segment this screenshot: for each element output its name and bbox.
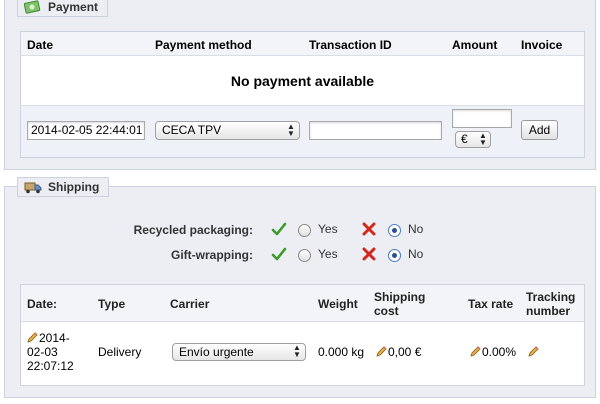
carrier-select[interactable]: Envío urgente ▲ ▼ [172,343,306,361]
currency-select[interactable]: € ▲ ▼ [455,131,491,148]
shipping-cost-value: 0,00 € [388,345,422,359]
payment-method-select[interactable]: CECA TPV ▲ ▼ [155,121,300,140]
add-payment-button[interactable]: Add [521,120,558,140]
recycled-packaging-yes-label: Yes [318,222,338,236]
gift-wrapping-no-label: No [408,247,424,261]
col-type: Type [98,297,126,311]
recycled-packaging-no-label: No [408,222,424,236]
recycled-packaging-row: Recycled packaging: Yes No [5,220,595,240]
select-arrows-icon: ▲ ▼ [293,343,301,359]
transaction-id-input[interactable] [309,121,442,140]
shipping-date-line1: 2014- [39,331,70,345]
shipping-date-line3: 22:07:12 [27,359,74,373]
payment-title: Payment [48,0,99,14]
pencil-icon[interactable] [27,331,39,343]
col-amount: Amount [452,38,498,52]
recycled-packaging-label: Recycled packaging: [133,223,253,237]
shipping-type-cell: Delivery [98,345,142,359]
tax-rate-cell: 0.00% [470,345,516,359]
pencil-icon[interactable] [470,345,482,357]
select-arrows-icon: ▲ ▼ [287,122,295,138]
col-tracking-number: Tracking number [526,290,575,318]
col-tracking-line1: Tracking [526,290,576,304]
table-row: 2014- 02-03 22:07:12 Delivery Envío urge… [21,322,584,385]
tax-rate-value: 0.00% [482,345,517,359]
col-shipping-cost-line1: Shipping [374,290,426,304]
shipping-table-header: Date: Type Carrier Weight Shipping cost … [21,285,584,322]
select-arrows-icon: ▲ ▼ [479,131,487,147]
col-tracking-line2: number [526,304,571,318]
shipping-table: Date: Type Carrier Weight Shipping cost … [20,284,585,386]
col-payment-method: Payment method [155,38,252,52]
payment-legend: Payment [17,0,109,17]
truck-icon [24,180,42,194]
tracking-number-cell [528,345,540,359]
cross-icon [362,222,376,236]
currency-value: € [461,132,468,146]
shipping-legend: Shipping [17,177,110,197]
shipping-date-line2: 02-03 [27,345,58,359]
shipping-date-cell: 2014- 02-03 22:07:12 [27,331,74,373]
col-carrier: Carrier [170,297,210,311]
check-icon [271,222,287,236]
col-shipping-cost-line2: cost [374,304,399,318]
gift-wrapping-label: Gift-wrapping: [171,248,253,262]
check-icon [271,247,287,261]
col-shipping-cost: Shipping cost [374,290,425,318]
payment-date-input[interactable]: 2014-02-05 22:44:01 [27,121,145,140]
no-payment-message: No payment available [21,56,584,106]
add-payment-form: 2014-02-05 22:44:01 CECA TPV ▲ ▼ € ▲ ▼ Add [21,106,584,157]
shipping-cost-cell: 0,00 € [376,345,421,359]
cross-icon [362,247,376,261]
col-date: Date [27,38,54,52]
col-tax-rate: Tax rate [468,297,514,311]
shipping-title: Shipping [48,180,100,194]
recycled-packaging-yes-radio[interactable] [298,224,311,237]
col-weight: Weight [318,297,358,311]
recycled-packaging-no-radio[interactable] [388,224,401,237]
payment-table: Date Payment method Transaction ID Amoun… [20,31,585,158]
amount-input[interactable] [452,109,512,128]
shipping-weight-cell: 0.000 kg [318,345,365,359]
pencil-icon[interactable] [528,345,540,357]
payment-method-value: CECA TPV [162,123,222,137]
col-transaction-id: Transaction ID [309,38,392,52]
col-date: Date: [27,297,58,311]
payment-table-header: Date Payment method Transaction ID Amoun… [21,32,584,56]
gift-wrapping-no-radio[interactable] [388,249,401,262]
money-icon [24,0,42,14]
pencil-icon[interactable] [376,345,388,357]
gift-wrapping-row: Gift-wrapping: Yes No [5,245,595,265]
col-invoice: Invoice [521,38,563,52]
gift-wrapping-yes-radio[interactable] [298,249,311,262]
carrier-value: Envío urgente [179,345,254,359]
gift-wrapping-yes-label: Yes [318,247,338,261]
payment-panel: Payment Date Payment method Transaction … [4,0,596,170]
shipping-panel: Shipping Recycled packaging: Yes No Gift… [4,177,596,398]
